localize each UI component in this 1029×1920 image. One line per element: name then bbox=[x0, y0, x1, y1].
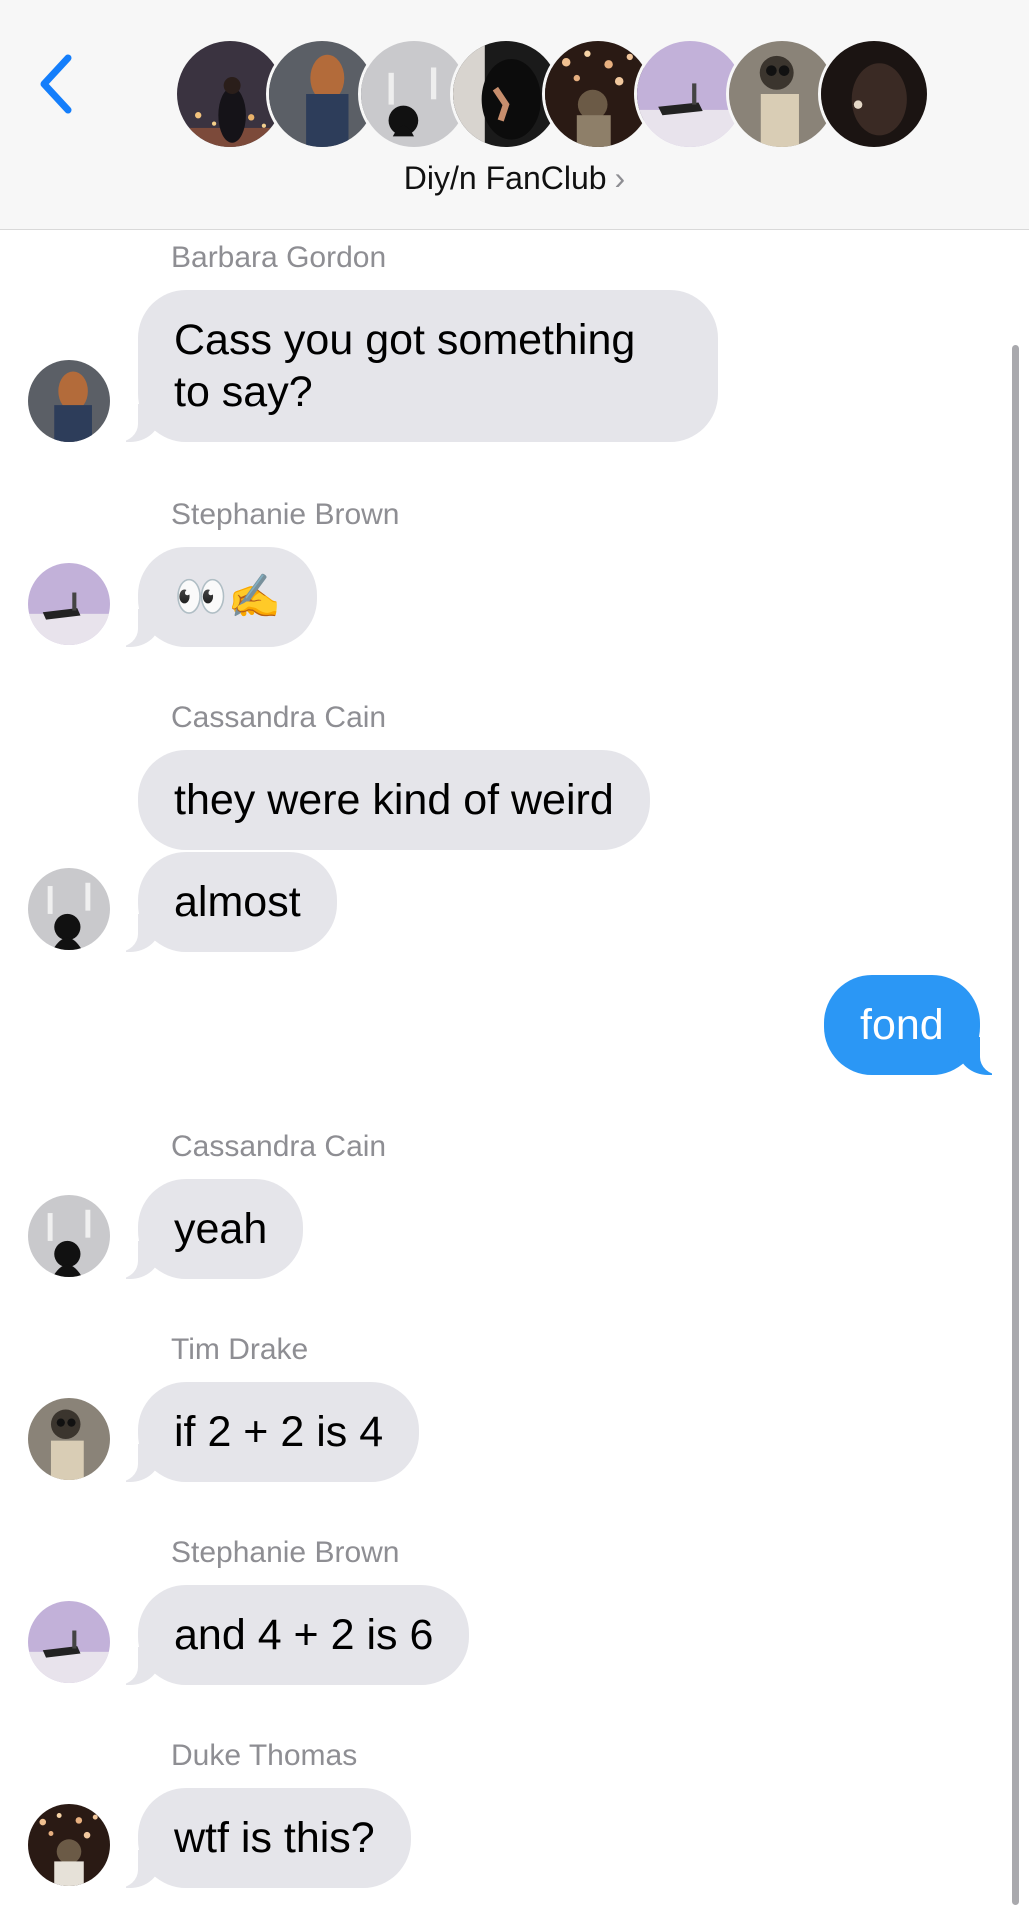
group-avatar-stack[interactable] bbox=[174, 38, 930, 150]
message-text: Cass you got something to say? bbox=[174, 316, 636, 416]
message-bubble[interactable]: they were kind of weird bbox=[138, 750, 650, 850]
avatar[interactable] bbox=[28, 360, 110, 442]
message-bubble[interactable]: yeah bbox=[109, 1179, 304, 1279]
sender-name: Cassandra Cain bbox=[171, 1130, 387, 1163]
message-text: yeah bbox=[174, 1205, 268, 1253]
group-name-button[interactable]: Diy/n FanClub › bbox=[0, 160, 1029, 197]
scroll-indicator[interactable] bbox=[1012, 345, 1019, 1905]
back-button[interactable] bbox=[26, 48, 86, 120]
avatar[interactable] bbox=[28, 1195, 110, 1277]
sender-name: Stephanie Brown bbox=[171, 498, 400, 531]
message-bubble[interactable]: Cass you got something to say? bbox=[110, 290, 718, 442]
chevron-left-icon bbox=[40, 54, 72, 114]
message-text: almost bbox=[174, 878, 301, 926]
message-text: if 2 + 2 is 4 bbox=[174, 1408, 384, 1456]
message-text: wtf is this? bbox=[174, 1814, 375, 1862]
message-text: 👀✍️ bbox=[174, 573, 282, 621]
group-name: Diy/n FanClub bbox=[403, 160, 607, 196]
message-bubble[interactable]: almost bbox=[110, 852, 337, 952]
sender-name: Stephanie Brown bbox=[171, 1536, 400, 1569]
group-member-avatar bbox=[818, 38, 930, 150]
avatar[interactable] bbox=[28, 1601, 110, 1683]
avatar[interactable] bbox=[28, 1804, 110, 1886]
message-bubble[interactable]: and 4 + 2 is 6 bbox=[109, 1585, 470, 1685]
message-bubble[interactable]: 👀✍️ bbox=[109, 547, 318, 647]
outgoing-message-bubble[interactable]: fond bbox=[824, 975, 1008, 1075]
avatar[interactable] bbox=[28, 1398, 110, 1480]
chevron-right-icon: › bbox=[614, 160, 626, 196]
conversation-header: Diy/n FanClub › bbox=[0, 0, 1029, 230]
sender-name: Tim Drake bbox=[171, 1333, 309, 1366]
avatar[interactable] bbox=[28, 868, 110, 950]
sender-name: Barbara Gordon bbox=[171, 241, 387, 274]
message-bubble[interactable]: if 2 + 2 is 4 bbox=[109, 1382, 420, 1482]
avatar[interactable] bbox=[28, 563, 110, 645]
sender-name: Cassandra Cain bbox=[171, 701, 387, 734]
sender-name: Duke Thomas bbox=[171, 1739, 358, 1772]
message-text: fond bbox=[860, 1001, 944, 1049]
message-text: and 4 + 2 is 6 bbox=[174, 1611, 434, 1659]
message-bubble[interactable]: wtf is this? bbox=[110, 1788, 411, 1888]
message-text: they were kind of weird bbox=[174, 776, 614, 824]
